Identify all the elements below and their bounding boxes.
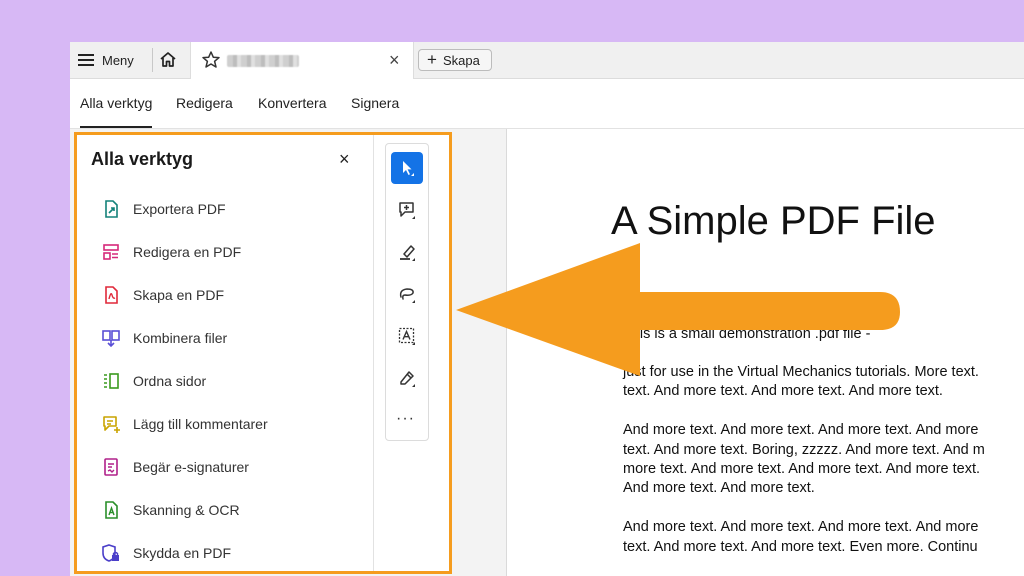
blurred-filename: [227, 55, 299, 67]
document-line: text. And more text. Boring, zzzzz. And …: [623, 442, 985, 458]
document-line: text. And more text. And more text. And …: [623, 383, 943, 399]
home-button[interactable]: [158, 50, 180, 70]
document-line: And more text. And more text. And more t…: [623, 422, 979, 438]
document-line: And more text. And more text. And more t…: [623, 519, 979, 535]
star-icon[interactable]: [201, 50, 221, 70]
add-comment-icon: [103, 416, 120, 433]
tool-scan-ocr[interactable]: Skanning & OCR: [101, 498, 240, 522]
tab-all-tools[interactable]: Alla verktyg: [80, 95, 152, 111]
tool-label: Skapa en PDF: [133, 287, 225, 303]
tool-add-comment[interactable]: Lägg till kommentarer: [101, 412, 268, 436]
acrobat-window: Meny × + Skapa Alla verktyg Redigera Kon…: [70, 42, 1024, 576]
document-tab[interactable]: ×: [190, 42, 414, 79]
menu-button[interactable]: Meny: [78, 50, 134, 70]
tool-export-pdf[interactable]: Exportera PDF: [101, 197, 226, 221]
hamburger-icon: [78, 54, 94, 66]
cursor-icon: [403, 161, 414, 176]
more-tools-icon[interactable]: ···: [396, 410, 415, 428]
tab-edit[interactable]: Redigera: [176, 95, 233, 111]
draw-tool-button[interactable]: [391, 278, 423, 310]
document-line: text. And more text. And more text. Even…: [623, 539, 978, 555]
top-bar: Meny × + Skapa: [70, 42, 1024, 79]
active-tab-indicator: [80, 126, 152, 128]
protect-pdf-icon: [102, 544, 119, 562]
highlighter-icon: [400, 245, 415, 261]
export-pdf-icon: [105, 200, 118, 218]
tool-protect-pdf[interactable]: Skydda en PDF: [101, 541, 231, 565]
scan-ocr-icon: [105, 501, 118, 519]
select-tool-button[interactable]: [391, 152, 423, 184]
pen-sign-icon: [400, 371, 415, 387]
tool-combine-files[interactable]: Kombinera filer: [101, 326, 227, 350]
quick-tools-toolbar: ···: [385, 143, 429, 441]
tool-label: Begär e-signaturer: [133, 459, 249, 475]
request-esign-icon: [104, 458, 118, 476]
organize-pages-icon: [104, 373, 119, 389]
text-box-tool-button[interactable]: [391, 320, 423, 352]
document-line: more text. And more text. And more text.…: [623, 461, 981, 477]
tool-label: Redigera en PDF: [133, 244, 242, 260]
freehand-draw-icon: [399, 288, 415, 303]
tool-label: Skydda en PDF: [133, 545, 232, 561]
home-icon: [160, 52, 176, 67]
tool-label: Skanning & OCR: [133, 502, 240, 518]
panel-divider: [373, 135, 374, 571]
plus-icon: +: [427, 50, 437, 69]
tool-label: Exportera PDF: [133, 201, 226, 217]
tool-edit-pdf[interactable]: Redigera en PDF: [101, 240, 241, 264]
text-box-icon: [398, 327, 415, 345]
pdf-page: A Simple PDF File This is a small demons…: [507, 129, 1024, 576]
tool-label: Ordna sidor: [133, 373, 207, 389]
combine-files-icon: [102, 330, 120, 348]
edit-pdf-icon: [103, 244, 119, 260]
create-button[interactable]: + Skapa: [418, 49, 492, 71]
tool-organize-pages[interactable]: Ordna sidor: [101, 369, 206, 393]
document-title: A Simple PDF File: [611, 199, 936, 243]
tool-request-esign[interactable]: Begär e-signaturer: [101, 455, 249, 479]
document-line: just for use in the Virtual Mechanics tu…: [623, 364, 979, 380]
menu-label: Meny: [102, 52, 134, 68]
tool-create-pdf[interactable]: Skapa en PDF: [101, 283, 224, 307]
sign-tool-button[interactable]: [391, 362, 423, 394]
tool-label: Kombinera filer: [133, 330, 228, 346]
all-tools-panel: Alla verktyg × Exportera PDF Redigera en…: [74, 132, 452, 574]
document-line: And more text. And more text.: [623, 480, 815, 496]
create-label: Skapa: [442, 52, 480, 68]
divider: [152, 48, 153, 72]
tab-sign[interactable]: Signera: [351, 95, 399, 111]
tab-close-icon[interactable]: ×: [389, 50, 400, 70]
highlight-tool-button[interactable]: [391, 236, 423, 268]
tool-label: Lägg till kommentarer: [133, 416, 268, 432]
create-pdf-icon: [105, 286, 118, 304]
panel-close-icon[interactable]: ×: [339, 149, 350, 170]
nav-tabs: Alla verktyg Redigera Konvertera Signera: [70, 79, 1024, 129]
add-comment-tool-button[interactable]: [391, 194, 423, 226]
panel-title: Alla verktyg: [91, 149, 194, 169]
document-line: This is a small demonstration .pdf file …: [623, 326, 871, 342]
comment-plus-icon: [399, 202, 415, 219]
tab-convert[interactable]: Konvertera: [258, 95, 326, 111]
